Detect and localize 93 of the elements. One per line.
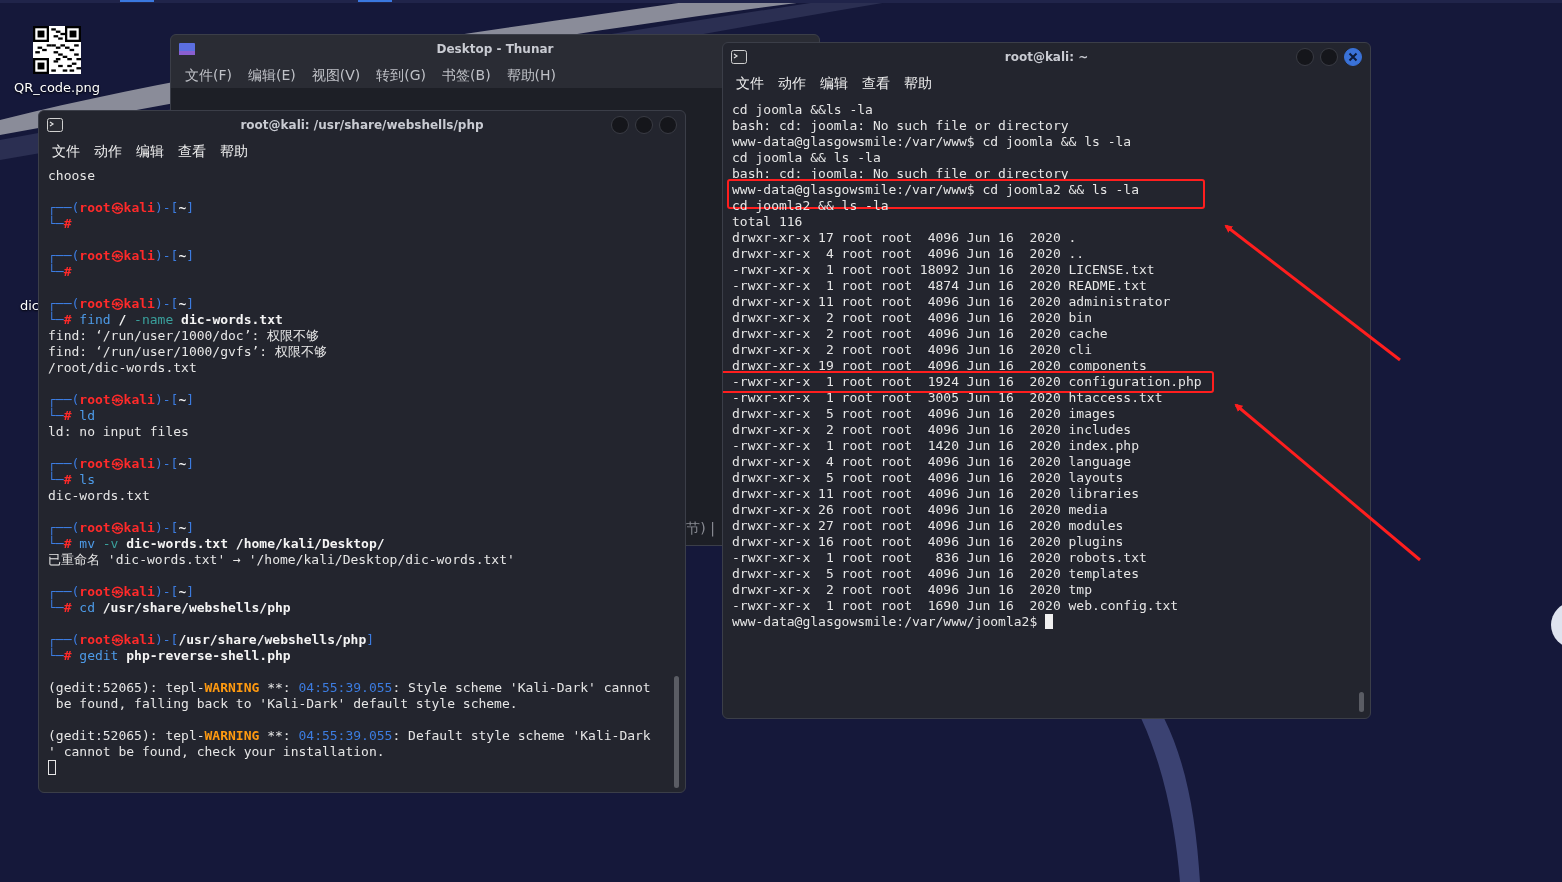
menu-item[interactable]: 编辑 [813,72,855,94]
terminal-line: -rwxr-xr-x 1 root root 4874 Jun 16 2020 README.txt [732,278,1147,293]
window-title: Desktop - Thunar [436,41,554,56]
terminal-icon [47,117,63,132]
terminal-line: drwxr-xr-x 5 root root 4096 Jun 16 2020 images [732,406,1116,421]
terminal-line: cd joomla &&ls -la [732,102,873,117]
window-title: root@kali: ~ [1004,49,1089,64]
terminal-line: -rwxr-xr-x 1 root root 1690 Jun 16 2020 web.config.txt [732,598,1179,613]
terminal-line: drwxr-xr-x 11 root root 4096 Jun 16 2020 libraries [732,486,1139,501]
maximize-button[interactable] [1320,47,1338,66]
window-title: root@kali: /usr/share/webshells/php [240,117,484,132]
terminal-line: ' cannot be found, check your installation. [48,744,385,759]
menu-item[interactable]: 转到(G) [368,64,435,86]
terminal-line: -rwxr-xr-x 1 root root 18092 Jun 16 2020 LICENSE.txt [732,262,1155,277]
terminal-line: drwxr-xr-x 17 root root 4096 Jun 16 2020 . [732,230,1077,245]
scrollbar[interactable] [1359,692,1364,712]
terminal-line: └─# [48,216,72,231]
terminal-line: www-data@glasgowsmile:/var/www$ cd joomla2 && ls -la [732,182,1139,197]
scrollbar[interactable] [674,676,679,788]
terminal-line: drwxr-xr-x 19 root root 4096 Jun 16 2020 components [732,358,1147,373]
terminal-line: dic-words.txt [48,488,150,503]
menu-item[interactable]: 视图(V) [303,64,369,86]
terminal-line: /root/dic-words.txt [48,360,197,375]
terminal-line: bash: cd: joomla: No such file or directory [732,166,1069,181]
status-text: 节) | [686,519,715,539]
menu-item[interactable]: 帮助 [213,140,255,162]
menu-item[interactable]: 查看 [171,140,213,162]
terminal-line: -rwxr-xr-x 1 root root 3005 Jun 16 2020 htaccess.txt [732,390,1163,405]
menu-item[interactable]: 书签(B) [434,64,499,86]
terminal-line: drwxr-xr-x 2 root root 4096 Jun 16 2020 bin [732,310,1093,325]
terminal-line: drwxr-xr-x 5 root root 4096 Jun 16 2020 templates [732,566,1139,581]
terminal-line: ┌──(root㉿kali)-[~] [48,392,195,407]
terminal-line: -rwxr-xr-x 1 root root 1420 Jun 16 2020 index.php [732,438,1139,453]
minimize-button[interactable] [1296,47,1314,66]
menu-item[interactable]: 动作 [771,72,813,94]
icon-label[interactable]: dic [20,296,39,316]
folder-icon [179,42,195,55]
terminal-line: (gedit:52065): tepl-WARNING **: 04:55:39.055: Default style scheme 'Kali-Dark [48,728,651,743]
terminal-line: └─# mv -v dic-words.txt /home/kali/Desktop/ [48,536,385,551]
menu-item[interactable]: 文件 [729,72,771,94]
terminal-icon [731,49,747,64]
terminal-line: (gedit:52065): tepl-WARNING **: 04:55:39.055: Style scheme 'Kali-Dark' cannot [48,680,651,695]
close-icon [1348,51,1358,62]
terminal-line: ┌──(root㉿kali)-[~] [48,584,195,599]
terminal-line: drwxr-xr-x 2 root root 4096 Jun 16 2020 cache [732,326,1108,341]
terminal-line: -rwxr-xr-x 1 root root 1924 Jun 16 2020 configuration.php [732,374,1202,389]
terminal-line: └─# [48,264,72,279]
terminal-line: ┌──(root㉿kali)-[~] [48,200,195,215]
menu-item[interactable]: 帮助(H) [498,64,565,86]
terminal-line: ┌──(root㉿kali)-[~] [48,456,195,471]
menu-item[interactable]: 编辑 [129,140,171,162]
terminal-line: drwxr-xr-x 26 root root 4096 Jun 16 2020 media [732,502,1108,517]
terminal-line: drwxr-xr-x 4 root root 4096 Jun 16 2020 language [732,454,1132,469]
terminal-line: be found, falling back to 'Kali-Dark' default style scheme. [54,696,518,711]
terminal-line: 已重命名 'dic-words.txt' → '/home/kali/Desktop/dic-words.txt' [48,552,515,567]
terminal-line: └─# find / -name dic-words.txt [48,312,283,327]
menu-item[interactable]: 帮助 [897,72,939,94]
terminal-line: ┌──(root㉿kali)-[~] [48,520,195,535]
maximize-button[interactable] [635,115,653,134]
terminal-line: ld: no input files [48,424,189,439]
icon-label[interactable]: QR_code.png [14,78,100,98]
terminal-line: choose [48,168,95,183]
terminal-line: drwxr-xr-x 2 root root 4096 Jun 16 2020 cli [732,342,1093,357]
terminal-line: drwxr-xr-x 27 root root 4096 Jun 16 2020 modules [732,518,1124,533]
menu-item[interactable]: 查看 [855,72,897,94]
menu-item[interactable]: 编辑(E) [240,64,304,86]
terminal-line: find: ‘/run/user/1000/gvfs’: 权限不够 [48,344,327,359]
terminal-line: └─# ld [48,408,95,423]
close-button[interactable] [1344,47,1362,66]
menu-item[interactable]: 文件(F) [177,64,240,86]
terminal-line: drwxr-xr-x 2 root root 4096 Jun 16 2020 tmp [732,582,1093,597]
terminal-line: -rwxr-xr-x 1 root root 836 Jun 16 2020 robots.txt [732,550,1147,565]
terminal-line: www-data@glasgowsmile:/var/www$ cd joomla && ls -la [732,134,1132,149]
terminal-line: drwxr-xr-x 11 root root 4096 Jun 16 2020 administrator [732,294,1171,309]
minimize-button[interactable] [611,115,629,134]
terminal-line: drwxr-xr-x 16 root root 4096 Jun 16 2020 plugins [732,534,1124,549]
terminal-line: └─# ls [48,472,95,487]
terminal-line: drwxr-xr-x 5 root root 4096 Jun 16 2020 layouts [732,470,1124,485]
terminal-line: └─# cd /usr/share/webshells/php [48,600,291,615]
menu-item[interactable]: 动作 [87,140,129,162]
terminal-line: drwxr-xr-x 4 root root 4096 Jun 16 2020 .. [732,246,1085,261]
terminal-line: ┌──(root㉿kali)-[/usr/share/webshells/php] [48,632,375,647]
terminal-line: drwxr-xr-x 2 root root 4096 Jun 16 2020 includes [732,422,1132,437]
terminal-line: bash: cd: joomla: No such file or directory [732,118,1069,133]
terminal-line: ┌──(root㉿kali)-[~] [48,248,195,263]
menu-item[interactable]: 文件 [45,140,87,162]
qr-code-icon [33,26,81,74]
terminal-line: find: ‘/run/user/1000/doc’: 权限不够 [48,328,320,343]
terminal-line: ┌──(root㉿kali)-[~] [48,296,195,311]
terminal-line: total 116 [732,214,803,229]
terminal-line: cd joomla && ls -la [732,150,881,165]
terminal-line: www-data@glasgowsmile:/var/www/joomla2$ [732,614,1039,629]
terminal-line: └─# gedit php-reverse-shell.php [48,648,291,663]
